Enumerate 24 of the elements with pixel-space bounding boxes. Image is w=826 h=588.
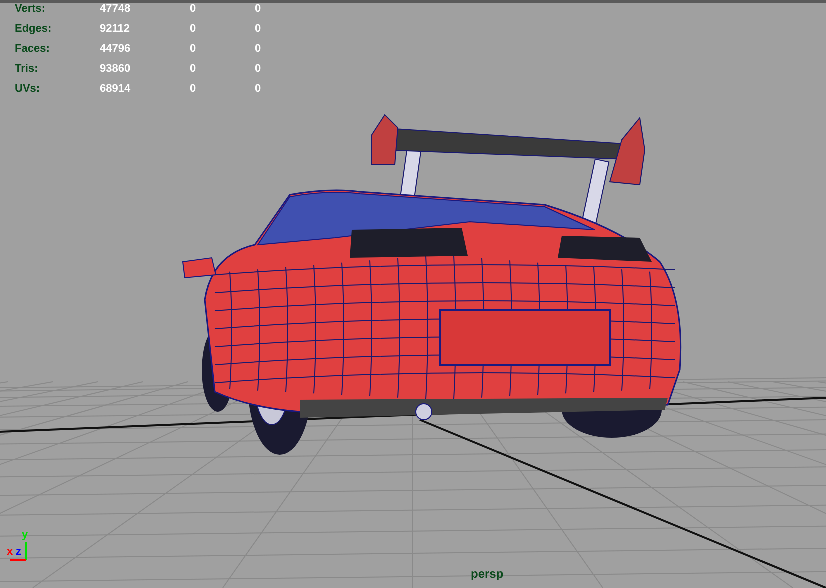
stat-label: Verts: — [15, 2, 47, 16]
stat-value: 0 — [255, 82, 262, 96]
axis-label: x — [7, 547, 14, 558]
stat-value: 68914 — [100, 82, 132, 96]
stat-value: 47748 — [100, 2, 132, 16]
axis-label: z — [16, 547, 22, 558]
stat-value: 0 — [190, 2, 198, 16]
camera-label: persp — [471, 567, 504, 581]
stat-label: UVs: — [15, 82, 42, 96]
stat-value: 44796 — [100, 42, 132, 56]
axis-label: y — [22, 530, 28, 541]
stat-value: 0 — [255, 62, 262, 76]
stat-value: 92112 — [100, 22, 131, 36]
stat-value: 0 — [255, 22, 262, 36]
stat-value: 0 — [190, 62, 198, 76]
stat-label: Faces: — [15, 42, 51, 56]
stat-value: 0 — [255, 2, 262, 16]
stat-label: Tris: — [15, 62, 40, 76]
stat-value: 93860 — [100, 62, 132, 76]
stat-value: 0 — [255, 42, 262, 56]
stat-value: 0 — [190, 82, 198, 96]
stat-label: Edges: — [15, 22, 53, 36]
stat-value: 0 — [190, 22, 198, 36]
stat-value: 0 — [190, 42, 198, 56]
